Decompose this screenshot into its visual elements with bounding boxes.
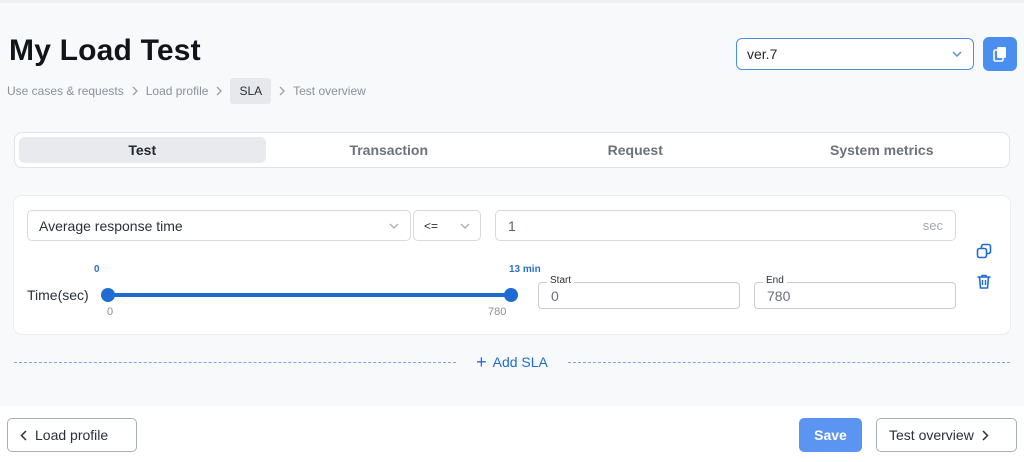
back-button[interactable]: Load profile xyxy=(7,418,137,452)
page-title: My Load Test xyxy=(9,34,201,67)
range-end-handle[interactable] xyxy=(504,288,518,302)
top-border xyxy=(0,0,1024,3)
time-range-track[interactable] xyxy=(107,293,511,297)
chevron-right-icon xyxy=(982,429,989,441)
save-button[interactable]: Save xyxy=(799,418,862,452)
add-sla-row: + Add SLA xyxy=(14,352,1010,372)
range-max-label: 13 min xyxy=(509,264,541,275)
breadcrumb-test-overview[interactable]: Test overview xyxy=(293,84,366,98)
sla-card: Average response time <= 1 sec 0 13 min … xyxy=(14,196,1010,334)
range-min-label: 0 xyxy=(94,264,100,275)
threshold-value: 1 xyxy=(508,217,516,234)
plus-icon: + xyxy=(476,352,487,372)
chevron-right-icon xyxy=(124,86,146,96)
end-value: 780 xyxy=(767,287,791,304)
chevron-right-icon xyxy=(271,86,293,96)
metric-select[interactable]: Average response time xyxy=(27,210,411,241)
copy-test-button[interactable] xyxy=(983,37,1017,71)
sla-scope-tabs: Test Transaction Request System metrics xyxy=(14,132,1010,168)
range-max-value: 780 xyxy=(488,306,507,318)
end-field[interactable]: End 780 xyxy=(754,275,956,309)
start-value: 0 xyxy=(551,287,559,304)
tab-system-metrics[interactable]: System metrics xyxy=(759,137,1006,163)
copy-icon xyxy=(991,45,1009,63)
add-sla-button[interactable]: + Add SLA xyxy=(456,352,568,372)
breadcrumb-sla[interactable]: SLA xyxy=(230,78,272,104)
range-start-handle[interactable] xyxy=(101,288,115,302)
add-sla-label: Add SLA xyxy=(492,354,548,370)
divider xyxy=(14,361,457,363)
start-field-label: Start xyxy=(547,275,575,287)
chevron-down-icon xyxy=(951,48,963,60)
next-button-label: Test overview xyxy=(889,427,974,443)
chevron-down-icon xyxy=(389,223,399,229)
divider xyxy=(567,361,1010,363)
threshold-unit: sec xyxy=(922,218,943,233)
chevron-down-icon xyxy=(460,223,470,229)
footer-bar: Load profile Save Test overview xyxy=(0,406,1024,462)
range-min-value: 0 xyxy=(107,306,114,318)
duplicate-icon[interactable] xyxy=(975,242,993,260)
version-value: ver.7 xyxy=(747,46,778,62)
chevron-right-icon xyxy=(208,86,230,96)
version-select[interactable]: ver.7 xyxy=(736,38,974,70)
back-button-label: Load profile xyxy=(35,427,109,443)
breadcrumb-load-profile[interactable]: Load profile xyxy=(146,84,209,98)
start-field[interactable]: Start 0 xyxy=(538,275,740,309)
time-label: Time(sec) xyxy=(27,287,89,303)
threshold-input[interactable]: 1 sec xyxy=(495,210,956,241)
breadcrumb-use-cases[interactable]: Use cases & requests xyxy=(7,84,124,98)
tab-transaction[interactable]: Transaction xyxy=(266,137,513,163)
operator-value: <= xyxy=(424,218,439,233)
breadcrumb: Use cases & requests Load profile SLA Te… xyxy=(7,78,366,104)
end-field-label: End xyxy=(763,275,787,287)
tab-test[interactable]: Test xyxy=(19,137,266,163)
operator-select[interactable]: <= xyxy=(413,210,481,241)
tab-request[interactable]: Request xyxy=(512,137,759,163)
chevron-left-icon xyxy=(20,429,27,441)
trash-icon[interactable] xyxy=(975,272,993,290)
next-button[interactable]: Test overview xyxy=(876,418,1017,452)
metric-value: Average response time xyxy=(39,217,183,234)
